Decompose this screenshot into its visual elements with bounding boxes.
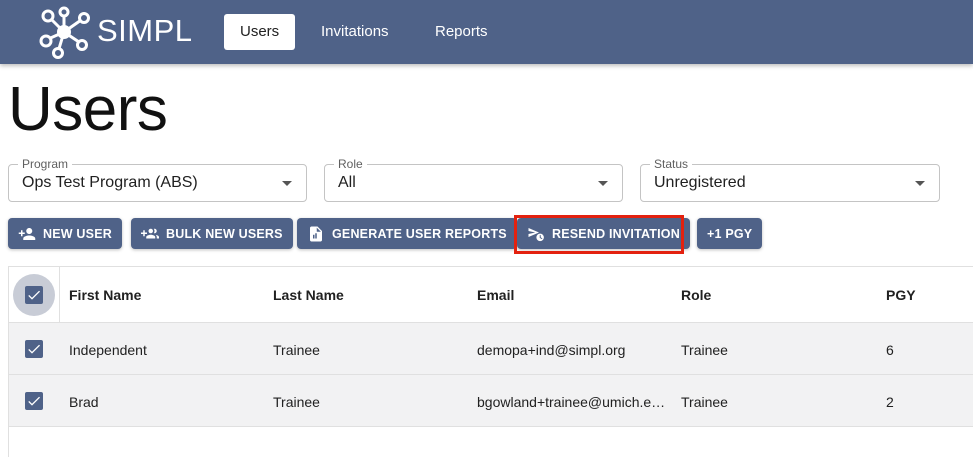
- cell-last-name: Trainee: [273, 394, 320, 410]
- column-header-email[interactable]: Email: [477, 287, 514, 303]
- bulk-new-users-label: BULK NEW USERS: [166, 226, 283, 241]
- generate-user-reports-label: GENERATE USER REPORTS: [332, 226, 507, 241]
- status-label: Status: [650, 157, 693, 171]
- cell-role: Trainee: [681, 342, 728, 358]
- plus-one-pgy-button[interactable]: +1 PGY: [697, 218, 763, 249]
- table-row[interactable]: Brad Trainee bgowland+trainee@umich.e… T…: [9, 375, 973, 427]
- users-table: First Name Last Name Email Role PGY Inde…: [8, 266, 973, 457]
- role-label: Role: [334, 157, 367, 171]
- new-user-label: NEW USER: [43, 226, 112, 241]
- program-select[interactable]: Program Ops Test Program (ABS): [8, 157, 307, 202]
- check-icon: [28, 344, 40, 354]
- program-value: Ops Test Program (ABS): [22, 174, 198, 191]
- row-checkbox[interactable]: [25, 392, 43, 410]
- column-header-pgy[interactable]: PGY: [886, 287, 916, 303]
- top-app-bar: SIMPL Users Invitations Reports: [0, 0, 973, 64]
- tab-users[interactable]: Users: [224, 14, 296, 50]
- select-all-cell: [9, 267, 60, 323]
- brand-name: SIMPL: [97, 13, 193, 48]
- role-value: All: [338, 174, 356, 191]
- column-header-role[interactable]: Role: [681, 287, 711, 303]
- cell-email: bgowland+trainee@umich.e…: [477, 394, 666, 410]
- column-header-last-name[interactable]: Last Name: [273, 287, 344, 303]
- person-add-icon: [18, 227, 36, 240]
- row-checkbox[interactable]: [25, 340, 43, 358]
- program-label: Program: [18, 157, 73, 171]
- role-select[interactable]: Role All: [324, 157, 623, 202]
- bulk-new-users-button[interactable]: BULK NEW USERS: [131, 218, 293, 249]
- chevron-down-icon: [598, 181, 608, 186]
- chevron-down-icon: [915, 181, 925, 186]
- page-title: Users: [8, 75, 168, 144]
- cell-first-name: Independent: [69, 342, 147, 358]
- table-row[interactable]: Independent Trainee demopa+ind@simpl.org…: [9, 323, 973, 375]
- report-file-icon: [310, 226, 322, 241]
- status-select[interactable]: Status Unregistered: [640, 157, 940, 202]
- select-all-checkbox[interactable]: [25, 286, 43, 304]
- cell-pgy: 2: [886, 394, 894, 410]
- table-header: First Name Last Name Email Role PGY: [9, 267, 973, 323]
- generate-user-reports-button[interactable]: GENERATE USER REPORTS: [297, 218, 517, 249]
- chevron-down-icon: [282, 181, 292, 186]
- tab-invitations[interactable]: Invitations: [305, 14, 405, 50]
- simpl-logo-icon: [39, 6, 90, 59]
- highlight-box: [514, 215, 684, 254]
- check-icon: [28, 290, 40, 300]
- cell-last-name: Trainee: [273, 342, 320, 358]
- column-header-first-name[interactable]: First Name: [69, 287, 141, 303]
- cell-email: demopa+ind@simpl.org: [477, 342, 626, 358]
- cell-pgy: 6: [886, 342, 894, 358]
- status-value: Unregistered: [654, 174, 746, 191]
- new-user-button[interactable]: NEW USER: [8, 218, 122, 249]
- cell-first-name: Brad: [69, 394, 99, 410]
- tab-reports[interactable]: Reports: [419, 14, 504, 50]
- cell-role: Trainee: [681, 394, 728, 410]
- check-icon: [28, 396, 40, 406]
- plus-one-pgy-label: +1 PGY: [707, 226, 753, 241]
- group-add-icon: [141, 228, 159, 238]
